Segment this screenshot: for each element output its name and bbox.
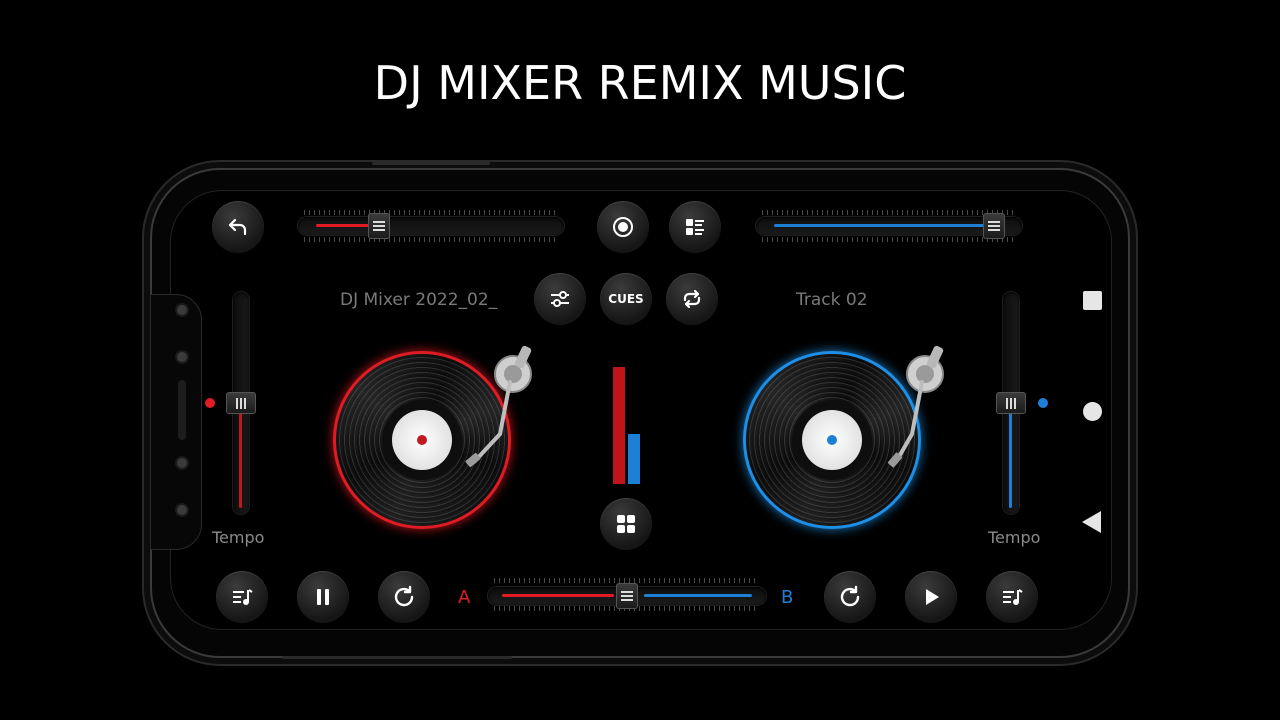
tempo-a-fill xyxy=(239,413,242,508)
level-meter-a-bar xyxy=(613,367,625,484)
deck-b-sync-button[interactable] xyxy=(824,571,876,623)
crossfader-thumb[interactable] xyxy=(616,583,638,609)
sensor-icon xyxy=(175,350,189,364)
pads-button[interactable] xyxy=(600,498,652,550)
volume-b-thumb[interactable] xyxy=(983,213,1005,239)
record-button[interactable] xyxy=(597,201,649,253)
crossfader-fill-b xyxy=(644,594,752,597)
spindle-icon xyxy=(827,435,837,445)
sliders-icon xyxy=(551,291,569,307)
back-button[interactable] xyxy=(212,201,264,253)
volume-b-ticks xyxy=(762,210,1014,215)
tonearm-a xyxy=(465,345,532,468)
deck-a-library-button[interactable] xyxy=(216,571,268,623)
equalizer-button[interactable] xyxy=(534,273,586,325)
playlist-button[interactable] xyxy=(669,201,721,253)
volume-b-ticks xyxy=(762,237,1014,242)
speaker-grille xyxy=(178,380,186,440)
list-icon xyxy=(686,219,704,235)
deck-a-track-name: DJ Mixer 2022_02_ xyxy=(340,290,498,310)
phone-button-bottom xyxy=(282,656,512,659)
cues-button[interactable]: CUES xyxy=(600,273,652,325)
crossfader-fill-a xyxy=(502,594,614,597)
camera-icon xyxy=(175,303,189,317)
tempo-b-fill xyxy=(1009,413,1012,508)
refresh-icon xyxy=(394,585,414,607)
music-list-icon xyxy=(1003,589,1023,605)
headline: DJ MIXER REMIX MUSIC xyxy=(373,56,907,110)
undo-arrow-icon xyxy=(228,218,247,236)
recents-nav-icon[interactable] xyxy=(1083,291,1102,310)
loop-icon xyxy=(683,289,701,309)
crossfader-label-b: B xyxy=(781,587,794,608)
back-nav-icon[interactable] xyxy=(1082,511,1101,533)
deck-a-sync-button[interactable] xyxy=(378,571,430,623)
pause-icon xyxy=(317,589,329,605)
crossfader-label-a: A xyxy=(458,587,471,608)
music-list-icon xyxy=(233,589,253,605)
volume-a-ticks xyxy=(304,210,556,215)
sensor-icon xyxy=(175,503,189,517)
refresh-icon xyxy=(840,585,860,607)
deck-b-library-button[interactable] xyxy=(986,571,1038,623)
deck-b-indicator xyxy=(1038,398,1048,408)
deck-b-play-button[interactable] xyxy=(905,571,957,623)
grid-icon xyxy=(617,515,635,533)
tempo-a-label: Tempo xyxy=(212,528,265,547)
phone-button-top xyxy=(372,162,490,165)
loop-button[interactable] xyxy=(666,273,718,325)
volume-b-fill xyxy=(774,224,994,227)
tempo-b-thumb[interactable] xyxy=(996,392,1026,414)
volume-a-thumb[interactable] xyxy=(368,213,390,239)
tonearm-b xyxy=(887,345,944,468)
record-icon xyxy=(613,217,633,237)
sensor-icon xyxy=(175,456,189,470)
deck-a-pause-button[interactable] xyxy=(297,571,349,623)
spindle-icon xyxy=(417,435,427,445)
deck-a-indicator xyxy=(205,398,215,408)
home-nav-icon[interactable] xyxy=(1083,402,1102,421)
volume-a-slider[interactable] xyxy=(298,217,564,235)
play-icon xyxy=(926,589,939,605)
tempo-a-thumb[interactable] xyxy=(226,392,256,414)
level-meter xyxy=(612,358,642,484)
deck-b-track-name: Track 02 xyxy=(796,290,868,310)
volume-a-ticks xyxy=(304,237,556,242)
tempo-b-label: Tempo xyxy=(988,528,1041,547)
level-meter-b-bar xyxy=(628,434,640,484)
